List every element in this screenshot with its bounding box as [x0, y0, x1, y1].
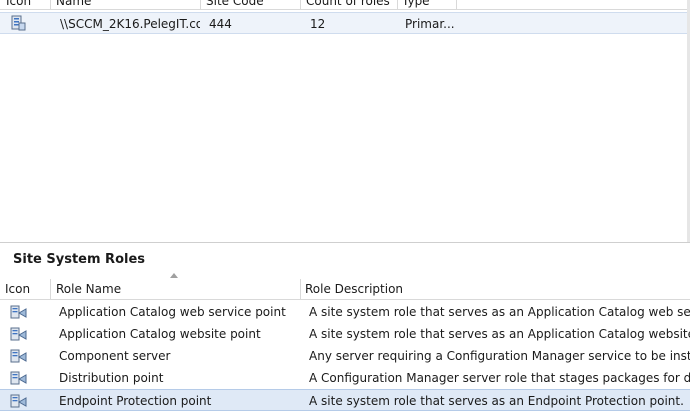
- column-separator[interactable]: [300, 0, 301, 9]
- role-row[interactable]: Distribution point A Configuration Manage…: [0, 367, 690, 389]
- role-row[interactable]: Endpoint Protection point A site system r…: [0, 389, 690, 411]
- role-icon: [10, 393, 27, 409]
- site-name-cell: \\SCCM_2K16.PelegIT.co.il: [60, 17, 200, 31]
- column-header-name[interactable]: Name: [56, 0, 196, 9]
- column-header-role-name[interactable]: Role Name: [56, 279, 296, 299]
- top-list-header: Icon Name Site Code Count of roles Type: [0, 0, 690, 10]
- role-name-cell: Application Catalog web service point: [59, 305, 286, 319]
- role-icon: [10, 370, 27, 386]
- site-row[interactable]: \\SCCM_2K16.PelegIT.co.il 444 12 Primar.…: [0, 12, 690, 34]
- type-cell: Primar...: [405, 17, 455, 31]
- role-name-cell: Distribution point: [59, 371, 164, 385]
- count-of-roles-cell: 12: [310, 17, 326, 31]
- column-separator[interactable]: [456, 0, 457, 9]
- column-separator[interactable]: [50, 279, 51, 299]
- role-name-cell: Endpoint Protection point: [59, 394, 212, 408]
- server-icon: [10, 15, 26, 31]
- role-name-cell: Application Catalog website point: [59, 327, 261, 341]
- column-separator[interactable]: [397, 0, 398, 9]
- role-description-cell: A site system role that serves as an App…: [309, 327, 690, 341]
- role-icon: [10, 348, 27, 364]
- column-header-role-description[interactable]: Role Description: [305, 279, 685, 299]
- sort-ascending-icon: [170, 273, 178, 278]
- roles-list-header: Icon Role Name Role Description: [0, 279, 690, 300]
- column-header-site-code[interactable]: Site Code: [206, 0, 296, 9]
- role-description-cell: Any server requiring a Configuration Man…: [309, 349, 690, 363]
- role-description-cell: A site system role that serves as an App…: [309, 305, 690, 319]
- column-header-type[interactable]: Type: [402, 0, 454, 9]
- section-title: Site System Roles: [13, 252, 146, 267]
- column-separator[interactable]: [50, 0, 51, 9]
- role-row[interactable]: Application Catalog web service point A s…: [0, 301, 690, 323]
- column-separator[interactable]: [300, 279, 301, 299]
- column-header-icon[interactable]: Icon: [5, 279, 45, 299]
- role-icon: [10, 304, 27, 320]
- column-header-count-of-roles[interactable]: Count of roles: [306, 0, 396, 9]
- role-description-cell: A Configuration Manager server role that…: [309, 371, 690, 385]
- role-row[interactable]: Application Catalog website point A site …: [0, 323, 690, 345]
- role-name-cell: Component server: [59, 349, 171, 363]
- site-code-cell: 444: [209, 17, 232, 31]
- column-separator[interactable]: [200, 0, 201, 9]
- role-icon: [10, 326, 27, 342]
- role-row[interactable]: Component server Any server requiring a C…: [0, 345, 690, 367]
- column-header-icon[interactable]: Icon: [6, 0, 46, 9]
- role-description-cell: A site system role that serves as an End…: [309, 394, 684, 408]
- pane-divider[interactable]: [0, 242, 690, 243]
